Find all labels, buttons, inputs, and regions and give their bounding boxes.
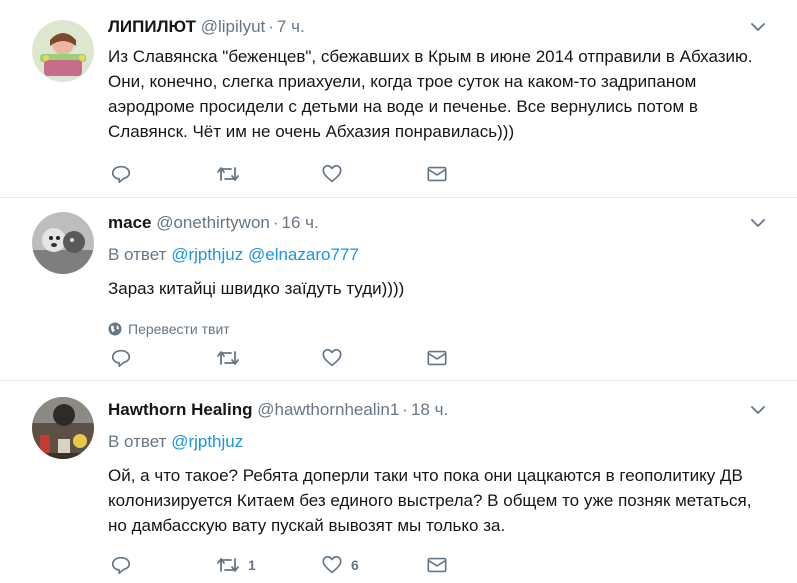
reply-icon (111, 349, 131, 368)
author-handle[interactable]: @onethirtywon (156, 213, 270, 232)
direct-message-button[interactable] (426, 553, 448, 577)
author-name[interactable]: mace (108, 213, 151, 232)
author-handle[interactable]: @hawthornhealin1 (257, 400, 399, 419)
reply-context: В ответ @rjpthjuz @elnazaro777 (108, 244, 767, 266)
like-count: 6 (351, 557, 359, 573)
reply-prefix: В ответ (108, 432, 167, 451)
like-button[interactable] (321, 346, 343, 370)
reply-prefix: В ответ (108, 245, 167, 264)
author-name[interactable]: ЛИПИЛЮТ (108, 17, 196, 36)
tweet-text: Из Славянска "беженцев", сбежавших в Кры… (108, 47, 753, 141)
avatar[interactable] (32, 20, 94, 82)
reply-button[interactable] (110, 553, 132, 577)
tweet: Hawthorn Healing @hawthornhealin1 · 18 ч. … (0, 381, 797, 583)
translate-link[interactable]: Перевести твит (108, 319, 767, 339)
direct-message-button[interactable] (426, 346, 448, 370)
reply-context: В ответ @rjpthjuz (108, 431, 767, 453)
separator-dot: · (402, 400, 408, 419)
retweet-icon (217, 558, 239, 572)
tweet: ЛИПИЛЮТ @lipilyut · 7 ч. Из Славянска "беж… (0, 0, 797, 198)
chevron-down-icon[interactable] (749, 18, 767, 36)
reply-icon (111, 556, 131, 575)
retweet-button[interactable] (216, 346, 240, 370)
envelope-icon (427, 557, 447, 573)
reply-button[interactable] (110, 162, 132, 186)
translate-label[interactable]: Перевести твит (128, 319, 230, 339)
separator-dot: · (272, 213, 279, 232)
tweet-text: Зараз китайці швидко заїдуть туди)))) (108, 279, 405, 298)
reply-icon (111, 165, 131, 184)
heart-icon (322, 164, 342, 183)
author-name[interactable]: Hawthorn Healing (108, 400, 253, 419)
retweet-icon (217, 351, 239, 365)
retweet-button[interactable] (216, 162, 240, 186)
timestamp[interactable]: 7 ч. (277, 17, 305, 36)
like-button[interactable] (321, 162, 343, 186)
tweet-text: Ой, а что такое? Ребята доперли таки что… (108, 466, 752, 535)
chevron-down-icon[interactable] (749, 401, 767, 419)
chevron-down-icon[interactable] (749, 214, 767, 232)
like-button[interactable]: 6 (321, 553, 359, 577)
retweet-count: 1 (248, 557, 256, 573)
author-handle[interactable]: @lipilyut (201, 17, 266, 36)
direct-message-button[interactable] (426, 162, 448, 186)
separator-dot: · (268, 17, 274, 36)
timestamp[interactable]: 18 ч. (411, 400, 448, 419)
retweet-icon (217, 167, 239, 181)
globe-icon (108, 322, 122, 336)
avatar[interactable] (32, 397, 94, 459)
heart-icon (322, 348, 342, 367)
reply-button[interactable] (110, 346, 132, 370)
envelope-icon (427, 166, 447, 182)
avatar[interactable] (32, 212, 94, 274)
heart-icon (322, 555, 342, 574)
timestamp[interactable]: 16 ч. (282, 213, 319, 232)
retweet-button[interactable]: 1 (216, 553, 256, 577)
envelope-icon (427, 350, 447, 366)
mention-link[interactable]: @rjpthjuz (171, 432, 243, 451)
mention-link[interactable]: @rjpthjuz (171, 245, 243, 264)
mention-link[interactable]: @elnazaro777 (248, 245, 359, 264)
tweet: mace @onethirtywon · 16 ч. В ответ @rjpthj… (0, 198, 797, 381)
